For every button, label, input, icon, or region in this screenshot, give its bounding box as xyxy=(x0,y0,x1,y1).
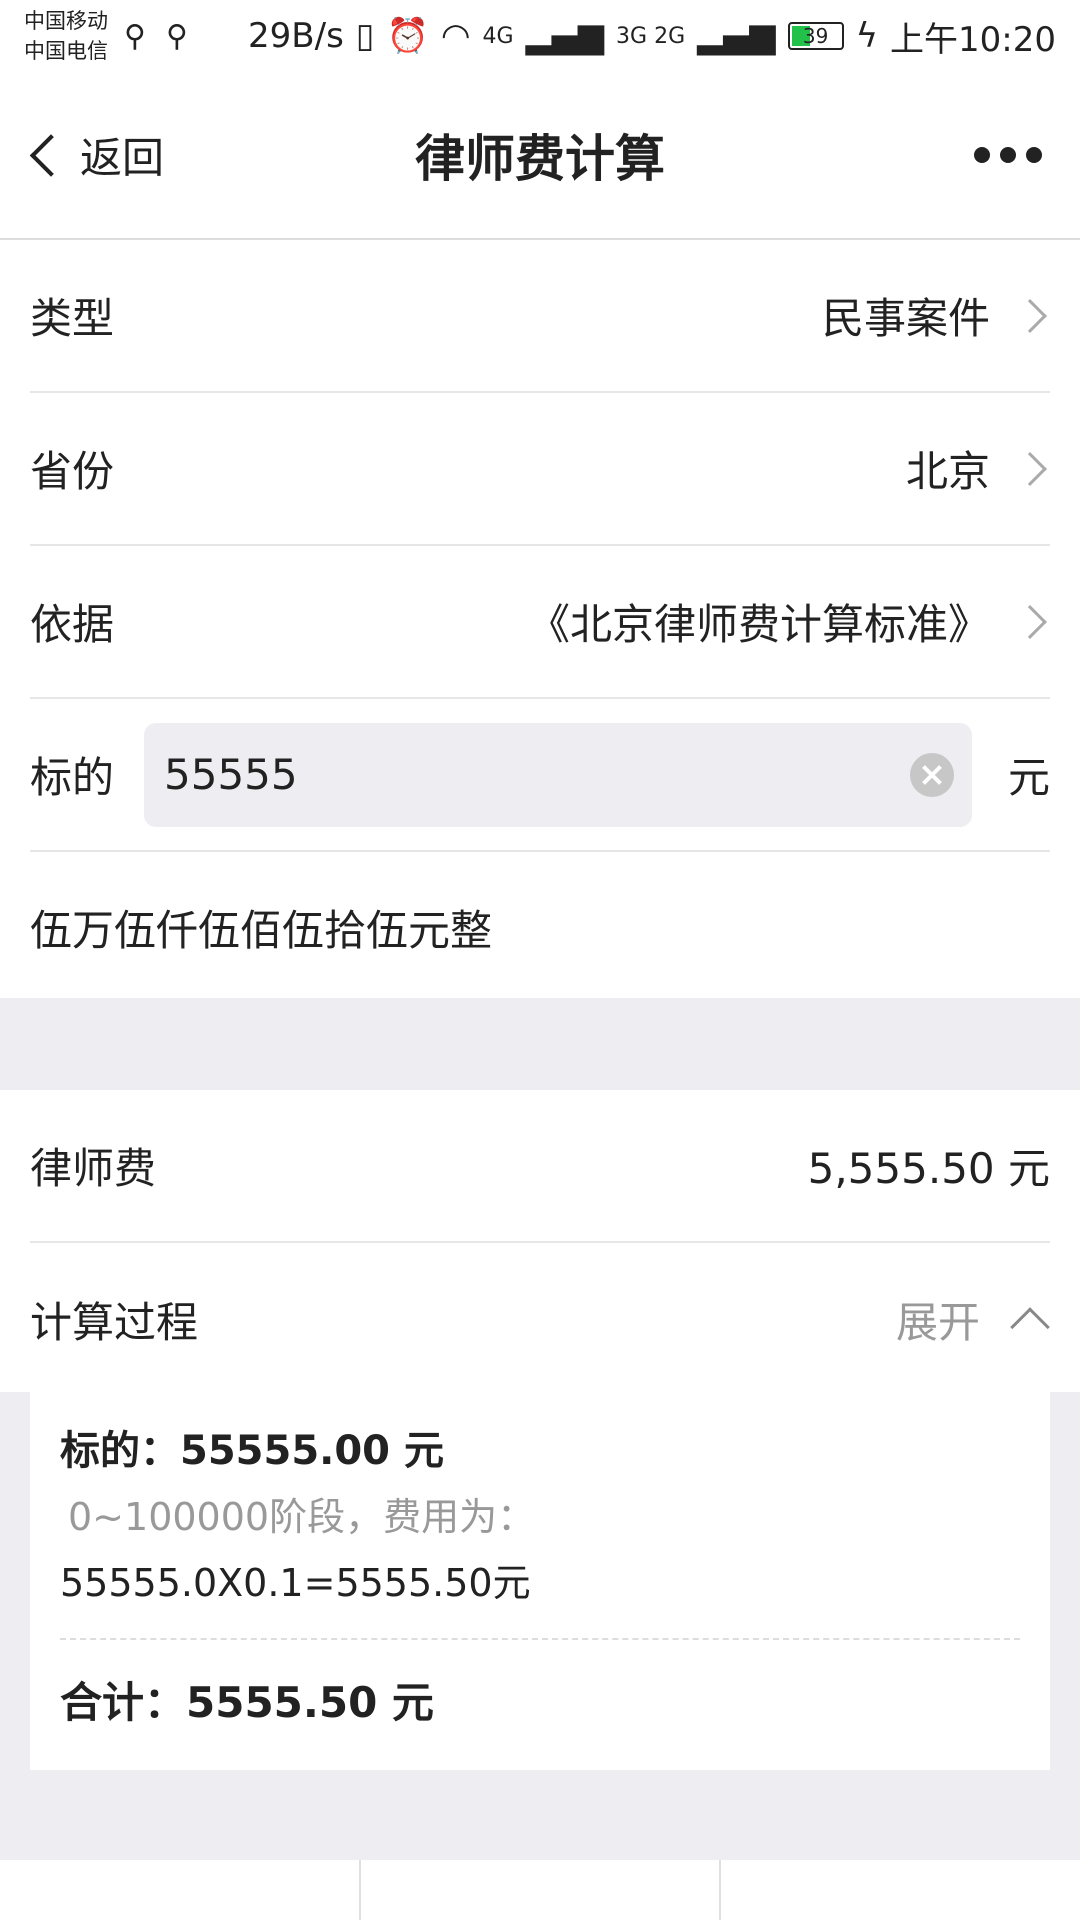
navigation-bar: 返回 律师费计算 xyxy=(0,72,1080,240)
carrier-1: 中国移动 xyxy=(24,9,108,33)
chevron-right-icon xyxy=(1013,451,1047,486)
type-label: 类型 xyxy=(30,294,115,343)
vibrate-icon: ▯ xyxy=(355,16,375,56)
bottom-tab-3[interactable] xyxy=(721,1860,1080,1920)
battery-level: 39 xyxy=(802,24,829,48)
alarm-icon: ⏰ xyxy=(386,16,429,56)
fee-row: 律师费 5,555.50 元 xyxy=(30,1090,1050,1243)
fee-value: 5,555.50 元 xyxy=(807,1144,1050,1193)
amount-input[interactable] xyxy=(162,749,911,800)
chevron-right-icon xyxy=(1013,604,1047,639)
process-subject: 标的：55555.00 元 xyxy=(60,1428,444,1474)
province-label: 省份 xyxy=(30,447,115,496)
dashed-divider xyxy=(60,1638,1020,1640)
type-row[interactable]: 类型 民事案件 xyxy=(30,240,1050,393)
signal-icon: ▂▄▆ xyxy=(525,16,605,56)
bottom-tab-1[interactable] xyxy=(0,1860,361,1920)
usb-icon-2: ⚲ xyxy=(165,18,188,54)
process-row[interactable]: 计算过程 展开 xyxy=(30,1243,1050,1396)
chevron-up-icon xyxy=(1010,1306,1050,1347)
amount-in-words: 伍万伍仟伍佰伍拾伍元整 xyxy=(30,905,493,955)
signal-icon-2: ▂▄▆ xyxy=(697,16,776,56)
province-row[interactable]: 省份 北京 xyxy=(30,393,1050,546)
basis-label: 依据 xyxy=(30,600,115,649)
section-divider xyxy=(0,998,1080,1090)
amount-input-box[interactable] xyxy=(144,722,973,827)
process-card: 标的：55555.00 元 0~100000阶段，费用为： 55555.0X0.… xyxy=(30,1392,1050,1770)
process-container: 标的：55555.00 元 0~100000阶段，费用为： 55555.0X0.… xyxy=(0,1392,1080,1920)
battery-icon: 39 xyxy=(787,22,844,50)
calculator-form: 类型 民事案件 省份 北京 依据 《北京律师费计算标准》 标的 元 伍万伍仟伍佰… xyxy=(0,240,1080,1002)
process-stage: 0~100000阶段，费用为： xyxy=(68,1494,536,1539)
status-right: 29B/s ▯ ⏰ ◠ 4G ▂▄▆ 3G 2G ▂▄▆ 39 ϟ 上午10:2… xyxy=(248,12,1056,61)
amount-row: 标的 元 xyxy=(30,699,1050,852)
basis-value: 《北京律师费计算标准》 xyxy=(527,600,990,649)
network-type-1: 4G xyxy=(482,23,514,49)
province-value: 北京 xyxy=(905,447,990,496)
carrier-info: 中国移动 中国电信 xyxy=(24,6,108,66)
expand-label: 展开 xyxy=(895,1298,980,1347)
chevron-right-icon xyxy=(1013,298,1047,333)
type-value: 民事案件 xyxy=(821,294,990,343)
process-total: 合计：5555.50 元 xyxy=(60,1677,434,1727)
amount-unit: 元 xyxy=(1007,753,1050,802)
usb-icon: ⚲ xyxy=(124,18,146,54)
more-options-icon[interactable] xyxy=(974,147,1042,163)
bottom-tab-2[interactable] xyxy=(361,1860,722,1920)
amount-label: 标的 xyxy=(30,753,115,802)
charging-icon: ϟ xyxy=(855,16,879,56)
status-bar: 中国移动 中国电信 ⚲ ⚲ 29B/s ▯ ⏰ ◠ 4G ▂▄▆ 3G 2G ▂… xyxy=(0,0,1080,72)
process-label: 计算过程 xyxy=(30,1298,199,1347)
clear-icon[interactable] xyxy=(910,752,955,797)
result-section: 律师费 5,555.50 元 计算过程 展开 xyxy=(0,1090,1080,1396)
fee-label: 律师费 xyxy=(30,1144,157,1193)
carrier-2: 中国电信 xyxy=(24,39,108,63)
process-formula: 55555.0X0.1=5555.50元 xyxy=(60,1560,531,1605)
basis-row[interactable]: 依据 《北京律师费计算标准》 xyxy=(30,546,1050,699)
clock: 上午10:20 xyxy=(890,19,1056,60)
wifi-icon: ◠ xyxy=(440,16,471,56)
network-speed: 29B/s xyxy=(248,16,344,56)
network-type-2: 3G 2G xyxy=(616,23,686,49)
page-title: 律师费计算 xyxy=(415,130,665,188)
bottom-tab-bar xyxy=(0,1860,1080,1920)
